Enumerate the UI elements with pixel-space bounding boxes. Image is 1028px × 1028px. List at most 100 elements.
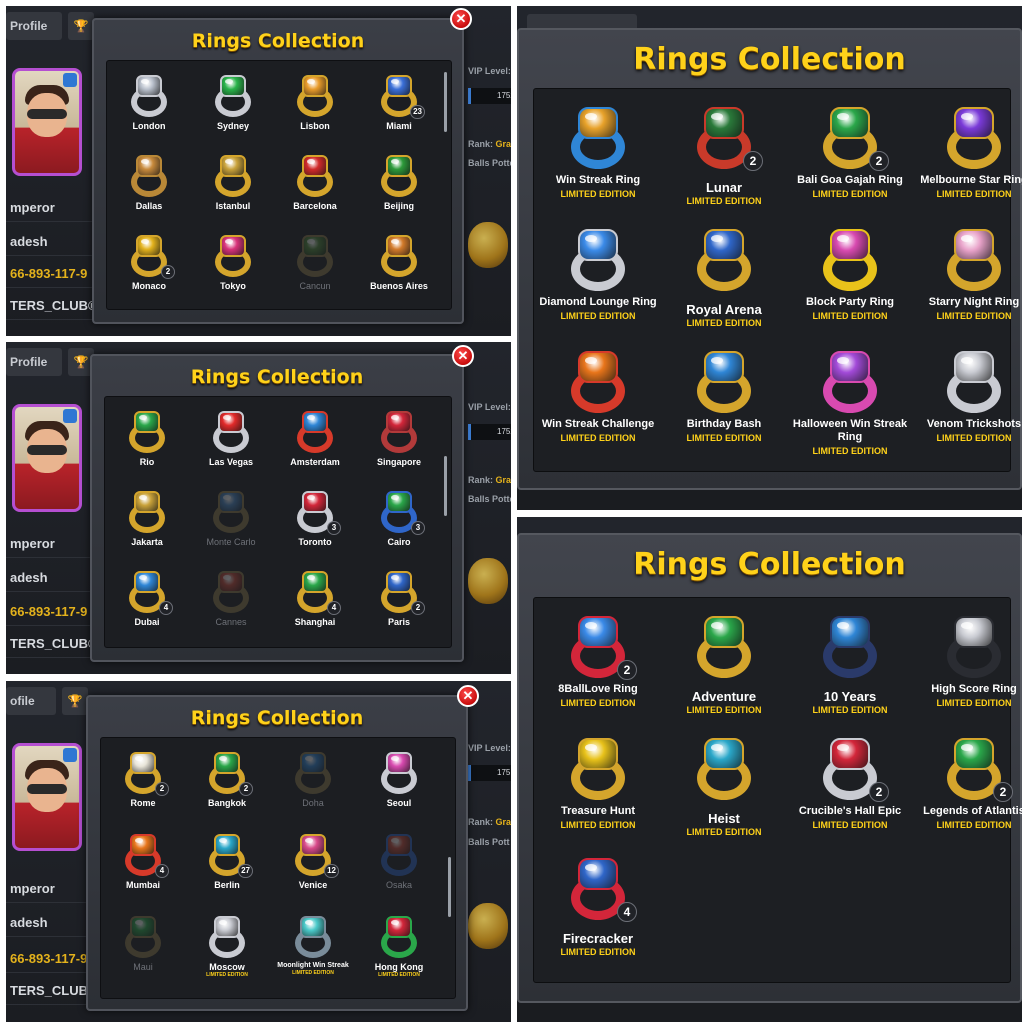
ring-cell[interactable]: Diamond Lounge Ring LIMITED EDITION (538, 227, 658, 321)
ring-cell[interactable]: 2 Legends of Atlantis LIMITED EDITION (914, 736, 1022, 830)
profile-id-row: 66-893-117-9 (6, 258, 92, 288)
close-button[interactable]: ✕ (457, 685, 479, 707)
limited-edition-label: LIMITED EDITION (560, 820, 636, 830)
avatar[interactable] (12, 68, 82, 176)
ring-cell[interactable]: Halloween Win Streak Ring LIMITED EDITION (790, 349, 910, 456)
ring-name: Miami (386, 121, 412, 131)
tab-profile[interactable]: Profile (6, 12, 62, 40)
ring-icon (817, 349, 883, 415)
close-button[interactable]: ✕ (452, 345, 474, 367)
ring-cell[interactable]: 2 Bali Goa Gajah Ring LIMITED EDITION (790, 105, 910, 199)
ring-icon: 4 (565, 856, 637, 922)
ring-cell[interactable]: Monte Carlo (189, 489, 273, 547)
ring-name: Barcelona (293, 201, 337, 211)
scrollbar-thumb[interactable] (444, 456, 447, 516)
rings-collection-popup: Rings Collection Rio Las Vegas Amsterdam Si… (90, 354, 464, 662)
ring-cell[interactable]: Singapore (357, 409, 441, 467)
ring-icon (817, 614, 883, 680)
ring-cell[interactable]: Cannes (189, 569, 273, 627)
ring-cell[interactable]: Moscow LIMITED EDITION (185, 914, 269, 978)
ring-cell[interactable]: 2 Bangkok (185, 750, 269, 808)
ring-name: Starry Night Ring (928, 296, 1020, 308)
ring-cell[interactable]: Doha (271, 750, 355, 808)
ring-cell[interactable]: Lisbon (273, 73, 357, 131)
ring-cell[interactable]: Tokyo (191, 233, 275, 291)
ring-cell[interactable]: 4 Mumbai (101, 832, 185, 890)
edit-pen-icon[interactable] (63, 73, 77, 87)
ring-cell[interactable]: Treasure Hunt LIMITED EDITION (538, 736, 658, 830)
ring-cell[interactable]: Las Vegas (189, 409, 273, 467)
ring-cell[interactable]: Melbourne Star Ring LIMITED EDITION (914, 105, 1022, 199)
ring-cell[interactable]: Buenos Aires (357, 233, 441, 291)
ring-cell[interactable]: Cancun (273, 233, 357, 291)
ring-cell[interactable]: Maui (101, 914, 185, 972)
tab-profile[interactable]: ofile (6, 687, 56, 715)
ring-cell[interactable]: Hong Kong LIMITED EDITION (357, 914, 441, 978)
ring-name: Monte Carlo (206, 537, 256, 547)
avatar[interactable] (12, 404, 82, 512)
ring-cell[interactable]: 23 Miami (357, 73, 441, 131)
ring-icon: 23 (377, 73, 425, 119)
ring-cell[interactable]: 2 Rome (101, 750, 185, 808)
ring-cell[interactable]: 3 Cairo (357, 489, 441, 547)
ring-cell[interactable]: Barcelona (273, 153, 357, 211)
ring-cell[interactable]: 2 Monaco (107, 233, 191, 291)
ring-name: 8BallLove Ring (558, 683, 638, 695)
vip-level-label: VIP Level: (468, 743, 511, 753)
ring-cell[interactable]: Istanbul (191, 153, 275, 211)
ring-cell[interactable]: Amsterdam (273, 409, 357, 467)
ring-count-badge: 23 (410, 105, 425, 119)
vip-level-label: VIP Level: (468, 66, 511, 76)
ring-cell[interactable]: Starry Night Ring LIMITED EDITION (914, 227, 1022, 321)
tab-profile[interactable]: Profile (6, 348, 62, 376)
scrollbar-thumb[interactable] (444, 72, 447, 132)
ring-cell[interactable]: Rio (105, 409, 189, 467)
ring-name: Cancun (299, 281, 331, 291)
ring-cell[interactable]: Dallas (107, 153, 191, 211)
ring-cell[interactable]: 2 Lunar LIMITED EDITION (664, 105, 784, 206)
close-button[interactable]: ✕ (450, 8, 472, 30)
trophy-icon[interactable]: 🏆 (62, 687, 88, 715)
ring-cell[interactable]: Jakarta (105, 489, 189, 547)
ring-cell[interactable]: Seoul (357, 750, 441, 808)
ring-cell[interactable]: 2 Crucible's Hall Epic LIMITED EDITION (790, 736, 910, 830)
ring-count-badge: 2 (869, 782, 889, 802)
edit-pen-icon[interactable] (63, 748, 77, 762)
ring-cell[interactable]: Win Streak Ring LIMITED EDITION (538, 105, 658, 199)
limited-edition-label: LIMITED EDITION (292, 970, 334, 976)
ring-cell[interactable]: Osaka (357, 832, 441, 890)
ring-cell[interactable]: 4 Dubai (105, 569, 189, 627)
ring-cell[interactable]: Venom Trickshots LIMITED EDITION (914, 349, 1022, 443)
ring-cell[interactable]: 12 Venice (271, 832, 355, 890)
avatar[interactable] (12, 743, 82, 851)
ring-cell[interactable]: London (107, 73, 191, 131)
ring-cell[interactable]: 27 Berlin (185, 832, 269, 890)
limited-edition-label: LIMITED EDITION (560, 947, 636, 957)
ring-icon (691, 614, 757, 680)
ring-cell[interactable]: 2 Paris (357, 569, 441, 627)
ring-cell[interactable]: Win Streak Challenge LIMITED EDITION (538, 349, 658, 443)
balls-potted-label: Balls Pott (468, 837, 510, 847)
scrollbar-thumb[interactable] (448, 857, 451, 917)
ring-icon: 12 (291, 832, 339, 878)
ring-cell[interactable]: Birthday Bash LIMITED EDITION (664, 349, 784, 443)
rank-row: Rank: Gra (468, 817, 511, 827)
ring-cell[interactable]: Royal Arena LIMITED EDITION (664, 227, 784, 328)
ring-cell[interactable]: Sydney (191, 73, 275, 131)
edit-pen-icon[interactable] (63, 409, 77, 423)
ring-cell[interactable]: 4 Firecracker LIMITED EDITION (538, 856, 658, 957)
ring-cell[interactable]: High Score Ring LIMITED EDITION (914, 614, 1022, 708)
ring-cell[interactable]: Beijing (357, 153, 441, 211)
ring-cell[interactable]: 10 Years LIMITED EDITION (790, 614, 910, 715)
panel-3-screenshot: ofile 🏆 mperor adesh 66-893-117-9 TERS_C… (6, 681, 511, 1022)
ring-cell[interactable]: 3 Toronto (273, 489, 357, 547)
ring-cell[interactable]: 4 Shanghai (273, 569, 357, 627)
trophy-icon[interactable]: 🏆 (68, 12, 94, 40)
ring-cell[interactable]: Adventure LIMITED EDITION (664, 614, 784, 715)
ring-name: Cairo (387, 537, 411, 547)
ring-cell[interactable]: Block Party Ring LIMITED EDITION (790, 227, 910, 321)
ring-icon: 2 (817, 105, 889, 171)
ring-cell[interactable]: Heist LIMITED EDITION (664, 736, 784, 837)
ring-cell[interactable]: Moonlight Win Streak LIMITED EDITION (271, 914, 355, 976)
ring-cell[interactable]: 2 8BallLove Ring LIMITED EDITION (538, 614, 658, 708)
